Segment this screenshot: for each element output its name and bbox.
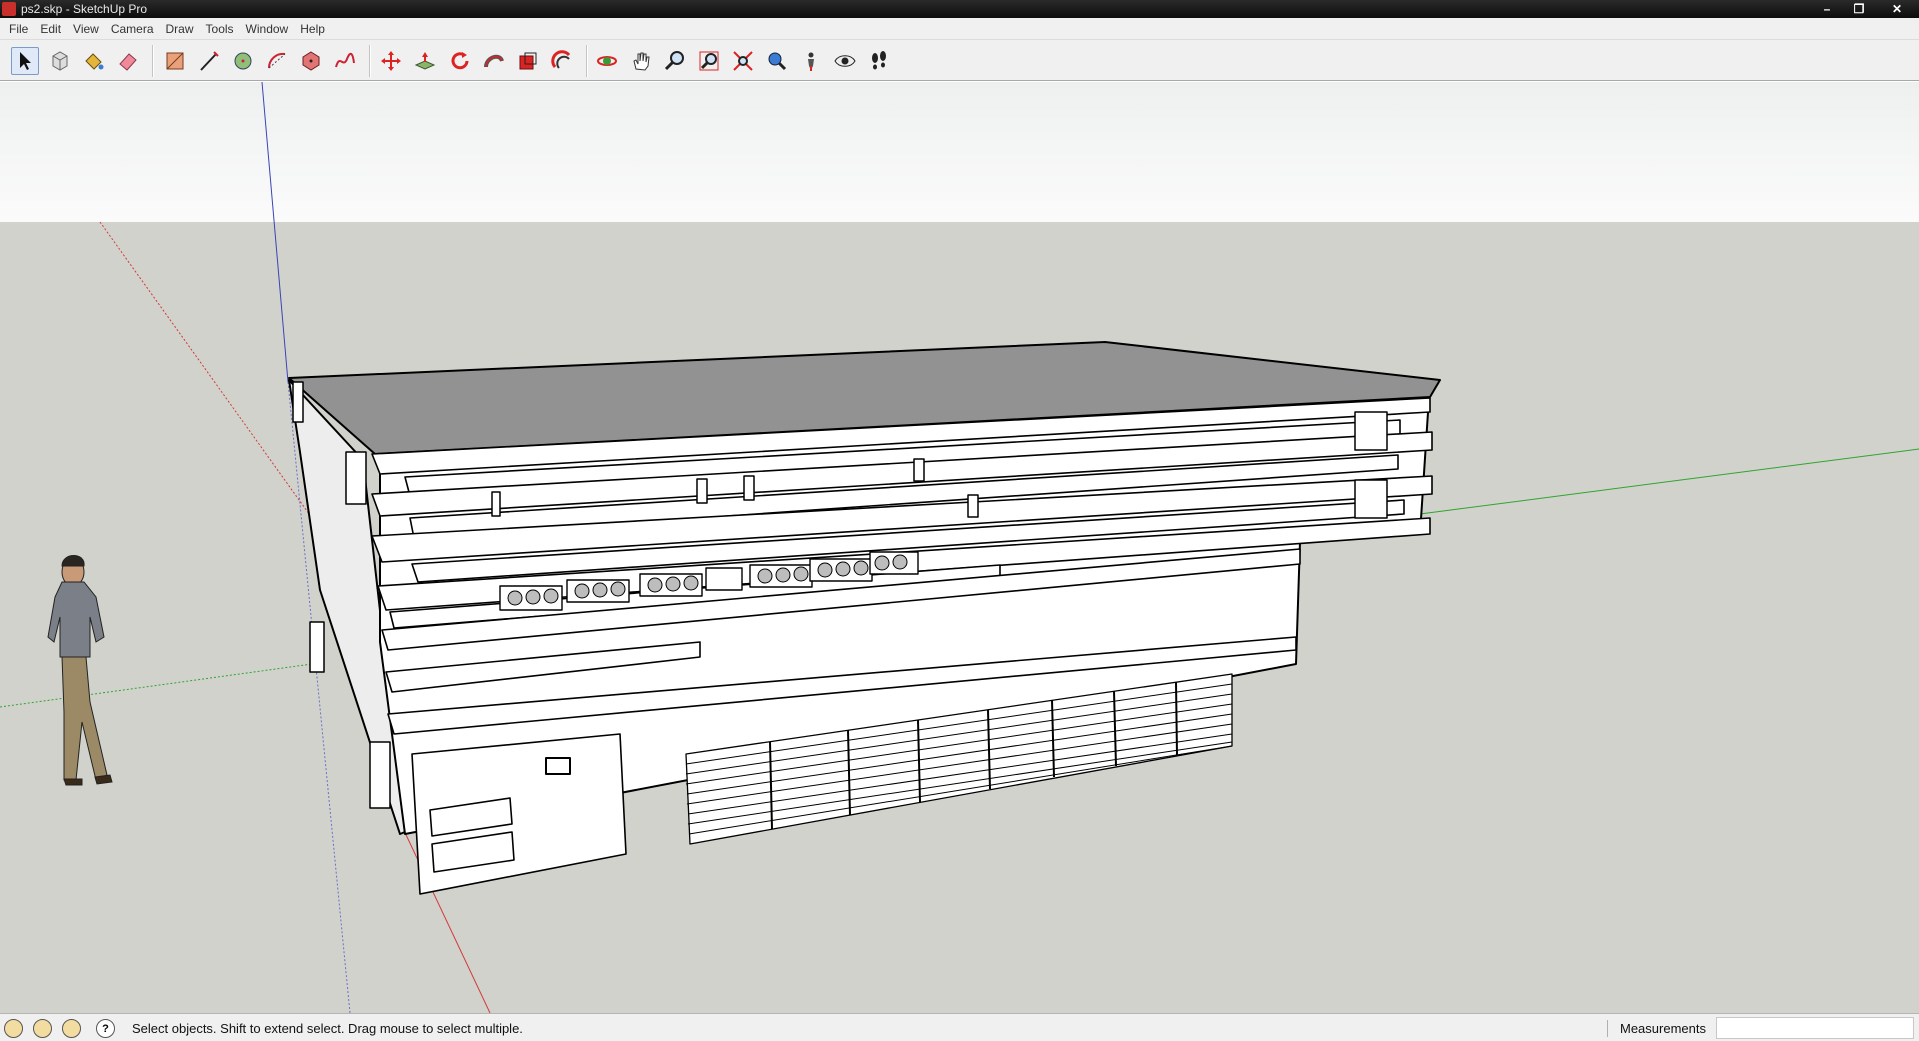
- move-button[interactable]: [377, 47, 405, 75]
- paint-bucket-icon: [85, 53, 104, 70]
- position-camera-button[interactable]: [797, 47, 825, 75]
- minimize-button[interactable]: –: [1811, 0, 1843, 18]
- orbit-button[interactable]: [593, 47, 621, 75]
- scale-button[interactable]: [514, 47, 542, 75]
- offset-button[interactable]: [548, 47, 576, 75]
- rotate-button[interactable]: [446, 47, 474, 75]
- zoom-window-icon: [699, 51, 719, 71]
- freehand-icon: [335, 52, 355, 68]
- menu-help[interactable]: Help: [294, 22, 331, 36]
- restore-button[interactable]: ❐: [1843, 0, 1875, 18]
- position-camera-icon: [808, 52, 814, 71]
- zoom-button[interactable]: [661, 47, 689, 75]
- menu-file[interactable]: File: [3, 22, 34, 36]
- menu-camera[interactable]: Camera: [105, 22, 160, 36]
- credits-icon[interactable]: [33, 1019, 52, 1038]
- status-bar: ? Select objects. Shift to extend select…: [0, 1013, 1919, 1041]
- scene-canvas[interactable]: [0, 82, 1919, 1013]
- zoom-window-button[interactable]: [695, 47, 723, 75]
- select-tool-icon: [20, 52, 31, 70]
- help-icon[interactable]: ?: [96, 1019, 115, 1038]
- push-pull-icon: [414, 52, 436, 70]
- eraser-icon: [119, 53, 137, 71]
- menu-edit[interactable]: Edit: [34, 22, 67, 36]
- toolbar-separator: [369, 45, 371, 77]
- eraser-button[interactable]: [114, 47, 142, 75]
- menu-draw[interactable]: Draw: [160, 22, 200, 36]
- model-viewport[interactable]: [0, 82, 1919, 1013]
- menu-window[interactable]: Window: [240, 22, 295, 36]
- line-button[interactable]: [195, 47, 223, 75]
- pan-icon: [633, 52, 650, 71]
- zoom-extents-icon: [733, 51, 753, 71]
- arc-button[interactable]: [263, 47, 291, 75]
- select-tool-button[interactable]: [11, 47, 39, 75]
- status-message: Select objects. Shift to extend select. …: [132, 1021, 523, 1036]
- circle-button[interactable]: [229, 47, 257, 75]
- sketchup-app-icon: [2, 2, 16, 16]
- walk-icon: [872, 51, 886, 70]
- zoom-extents-button[interactable]: [729, 47, 757, 75]
- move-icon: [381, 51, 401, 71]
- follow-me-icon: [484, 54, 504, 68]
- polygon-icon: [302, 51, 320, 71]
- offset-icon: [551, 50, 571, 69]
- rectangle-button[interactable]: [161, 47, 189, 75]
- scale-icon: [519, 52, 537, 70]
- menu-view[interactable]: View: [67, 22, 105, 36]
- previous-view-button[interactable]: [763, 47, 791, 75]
- status-divider: [1607, 1020, 1608, 1037]
- look-around-icon: [834, 55, 856, 67]
- pan-button[interactable]: [627, 47, 655, 75]
- orbit-icon: [597, 56, 617, 66]
- measurements-label: Measurements: [1620, 1021, 1706, 1036]
- user-icon[interactable]: [62, 1019, 81, 1038]
- arc-icon: [267, 52, 286, 69]
- follow-me-button[interactable]: [480, 47, 508, 75]
- large-toolset-toolbar: [0, 40, 1919, 81]
- sky: [0, 82, 1919, 222]
- menu-tools[interactable]: Tools: [200, 22, 240, 36]
- window-controls: – ❐ ✕: [1811, 0, 1919, 18]
- menu-bar: File Edit View Camera Draw Tools Window …: [0, 18, 1919, 40]
- circle-icon: [234, 52, 252, 70]
- line-icon: [200, 51, 219, 71]
- make-component-button[interactable]: [46, 47, 74, 75]
- rotate-icon: [451, 52, 469, 70]
- title-bar: ps2.skp - SketchUp Pro – ❐ ✕: [0, 0, 1919, 18]
- rectangle-icon: [166, 52, 184, 70]
- toolbar-separator: [152, 45, 154, 77]
- freehand-button[interactable]: [331, 47, 359, 75]
- wall-sign: [545, 757, 571, 775]
- geo-location-icon[interactable]: [4, 1019, 23, 1038]
- close-button[interactable]: ✕: [1875, 0, 1919, 18]
- polygon-button[interactable]: [297, 47, 325, 75]
- zoom-icon: [664, 51, 684, 71]
- paint-bucket-button[interactable]: [80, 47, 108, 75]
- window-title: ps2.skp - SketchUp Pro: [21, 2, 148, 16]
- previous-view-icon: [768, 52, 787, 71]
- make-component-icon: [52, 51, 68, 71]
- walk-button[interactable]: [865, 47, 893, 75]
- measurements-input[interactable]: [1716, 1017, 1914, 1039]
- look-around-button[interactable]: [831, 47, 859, 75]
- toolbar-separator: [586, 45, 588, 77]
- push-pull-button[interactable]: [411, 47, 439, 75]
